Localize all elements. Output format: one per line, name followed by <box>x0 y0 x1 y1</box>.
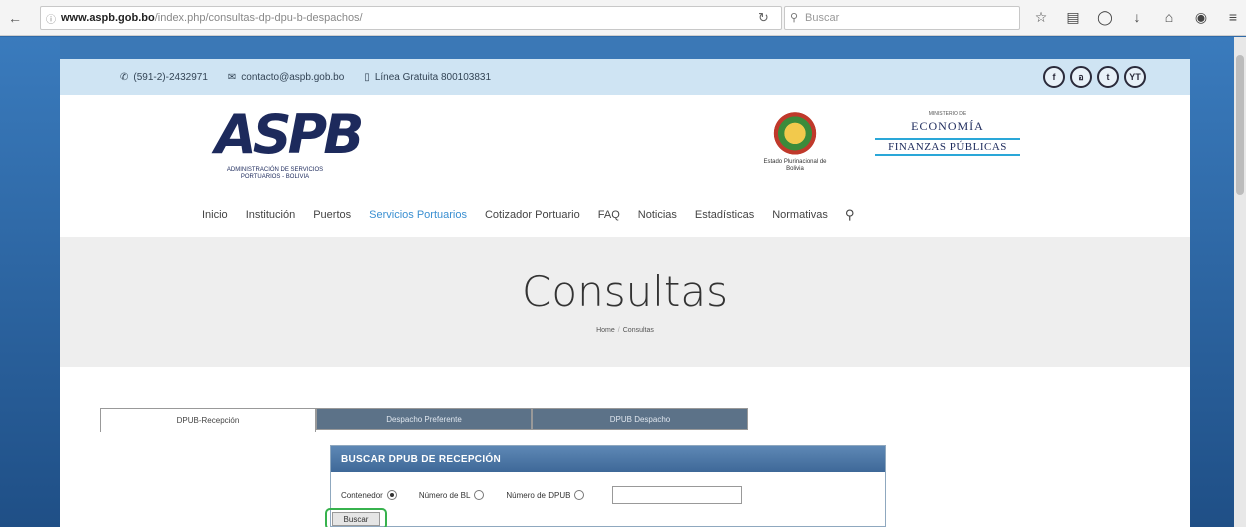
page-hero: Consultas Home / Consultas <box>60 237 1190 367</box>
nav-item-estadisticas[interactable]: Estadísticas <box>686 209 763 221</box>
main-navigation: Inicio Institución Puertos Servicios Por… <box>193 207 854 223</box>
breadcrumb: Home / Consultas <box>60 327 1190 334</box>
search-value-input[interactable] <box>612 486 743 504</box>
option-contenedor-label: Contenedor <box>341 490 383 500</box>
ministry-economia: ECONOMÍA <box>911 119 984 133</box>
nav-item-servicios-portuarios[interactable]: Servicios Portuarios <box>360 209 476 221</box>
option-numero-bl-label: Número de BL <box>418 490 471 500</box>
search-icon: ⚲ <box>790 12 799 24</box>
email-text[interactable]: contacto@aspb.gob.bo <box>241 72 344 83</box>
ministry-finanzas: FINANZAS PÚBLICAS <box>875 138 1020 156</box>
browser-search-placeholder: Buscar <box>805 12 840 24</box>
nav-item-puertos[interactable]: Puertos <box>304 209 360 221</box>
email-contact[interactable]: ✉ contacto@aspb.gob.bo <box>228 72 344 83</box>
chat-icon[interactable]: ◉ <box>1192 8 1210 26</box>
background-decoration-top <box>60 37 1190 59</box>
form-body: Contenedor Número de BL Número de DPUB B… <box>325 472 885 527</box>
nav-item-institucion[interactable]: Institución <box>237 209 305 221</box>
scrollbar-thumb[interactable] <box>1236 55 1244 195</box>
bookmark-star-icon[interactable]: ☆ <box>1032 8 1050 26</box>
breadcrumb-separator: / <box>617 327 620 334</box>
search-form-panel: BUSCAR DPUB DE RECEPCIÓN Contenedor Núme… <box>325 445 886 527</box>
mobile-icon: ▯ <box>364 71 370 83</box>
logo-subtitle: ADMINISTRACIÓN DE SERVICIOS PORTUARIOS -… <box>226 167 324 180</box>
tab-dpub-despacho[interactable]: DPUB Despacho <box>532 408 748 430</box>
url-bar[interactable]: ⓘ www.aspb.gob.bo/index.php/consultas-dp… <box>40 6 782 30</box>
reading-list-icon[interactable]: ▤ <box>1064 8 1082 26</box>
reload-icon[interactable]: ↻ <box>758 10 769 26</box>
phone-icon: ✆ <box>120 71 129 83</box>
coat-of-arms-icon <box>772 107 818 155</box>
hotline-text: Línea Gratuita 800103831 <box>374 71 492 83</box>
breadcrumb-current: Consultas <box>622 327 654 334</box>
ministry-logo: MINISTERIO DE ECONOMÍA FINANZAS PÚBLICAS <box>875 111 1020 156</box>
search-button[interactable]: Buscar <box>332 512 380 526</box>
form-title: BUSCAR DPUB DE RECEPCIÓN <box>331 446 885 472</box>
option-numero-dpub-label: Número de DPUB <box>506 490 571 500</box>
phone-text: (591-2)-2432971 <box>133 71 208 83</box>
tab-dpub-recepcion[interactable]: DPUB-Recepción <box>100 408 316 432</box>
option-numero-dpub-radio[interactable] <box>574 490 585 500</box>
url-path: /index.php/consultas-dp-dpu-b-despachos/ <box>154 12 363 24</box>
option-numero-bl-radio[interactable] <box>474 490 485 500</box>
option-contenedor-radio[interactable] <box>386 490 397 500</box>
nav-item-faq[interactable]: FAQ <box>589 209 629 221</box>
page-content: ✆ (591-2)-2432971 ✉ contacto@aspb.gob.bo ▯… <box>60 59 1190 527</box>
nav-item-normativas[interactable]: Normativas <box>763 209 837 221</box>
youtube-icon[interactable]: YT <box>1124 66 1146 88</box>
nav-item-noticias[interactable]: Noticias <box>629 209 686 221</box>
facebook-icon[interactable]: f <box>1043 66 1065 88</box>
logo-mark: ASPB <box>215 103 364 166</box>
breadcrumb-home[interactable]: Home <box>596 327 615 334</box>
ministry-small-text: MINISTERIO DE <box>928 111 967 117</box>
back-icon[interactable]: ← <box>6 9 24 27</box>
rss-icon[interactable]: อ <box>1070 66 1092 88</box>
info-icon[interactable]: ⓘ <box>46 11 58 26</box>
home-icon[interactable]: ⌂ <box>1160 8 1178 26</box>
search-options-row: Contenedor Número de BL Número de DPUB <box>341 486 743 504</box>
tab-despacho-preferente[interactable]: Despacho Preferente <box>316 408 532 430</box>
bolivia-crest: Estado Plurinacional de Bolivia <box>760 107 830 187</box>
nav-item-cotizador-portuario[interactable]: Cotizador Portuario <box>476 209 589 221</box>
twitter-icon[interactable]: t <box>1097 66 1119 88</box>
hotline-contact: ▯ Línea Gratuita 800103831 <box>364 72 491 83</box>
download-icon[interactable]: ↓ <box>1128 8 1146 26</box>
page-title: Consultas <box>522 267 728 316</box>
social-links: f อ t YT <box>1043 66 1146 88</box>
site-search-icon[interactable]: ⚲ <box>845 207 855 223</box>
pocket-icon[interactable]: ◯ <box>1096 8 1114 26</box>
phone-contact: ✆ (591-2)-2432971 <box>120 72 208 83</box>
crest-label: Estado Plurinacional de Bolivia <box>763 159 827 172</box>
browser-toolbar: ← ⓘ www.aspb.gob.bo/index.php/consultas-… <box>0 0 1246 36</box>
url-domain: www.aspb.gob.bo <box>61 12 155 24</box>
background-decoration-left <box>0 37 60 527</box>
nav-item-inicio[interactable]: Inicio <box>193 209 237 221</box>
consulta-tabs: DPUB-Recepción Despacho Preferente DPUB … <box>100 408 748 432</box>
site-header: ASPB ADMINISTRACIÓN DE SERVICIOS PORTUAR… <box>60 95 1190 237</box>
contact-bar: ✆ (591-2)-2432971 ✉ contacto@aspb.gob.bo ▯… <box>60 59 1190 95</box>
email-icon: ✉ <box>227 71 237 83</box>
aspb-logo[interactable]: ASPB ADMINISTRACIÓN DE SERVICIOS PORTUAR… <box>215 105 365 185</box>
browser-search-input[interactable]: ⚲ Buscar <box>784 6 1020 30</box>
menu-icon[interactable]: ≡ <box>1224 8 1242 26</box>
search-button-highlight: Buscar <box>325 508 387 527</box>
